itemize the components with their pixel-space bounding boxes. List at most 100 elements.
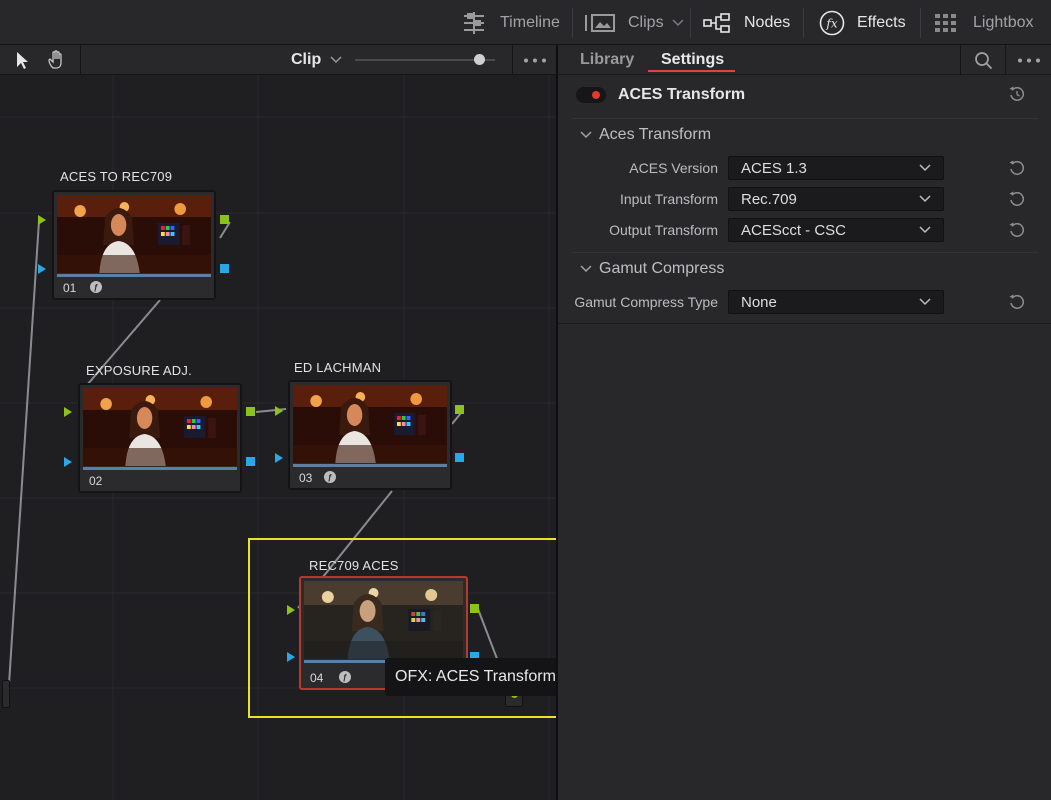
input-transform-dropdown[interactable]: Rec.709 (728, 187, 944, 211)
node-key-input-port[interactable] (275, 453, 283, 463)
effects-fx-icon: fx (819, 10, 845, 35)
node-rgb-output-port[interactable] (246, 407, 255, 416)
clips-label: Clips (628, 13, 664, 31)
input-transform-value: Rec.709 (741, 190, 797, 208)
section-aces-transform-header[interactable]: Aces Transform (580, 124, 711, 146)
effect-title: ACES Transform (618, 86, 746, 103)
reset-aces-version-icon[interactable] (1008, 159, 1026, 177)
tabs-divider (960, 45, 961, 75)
aces-version-value: ACES 1.3 (741, 159, 807, 177)
lightbox-button[interactable]: Lightbox (934, 0, 1034, 45)
tab-library[interactable]: Library (580, 45, 634, 75)
chevron-down-icon (919, 226, 931, 234)
node-rgb-input-port[interactable] (287, 605, 295, 615)
chevron-down-icon (580, 131, 592, 139)
node-number: 02 (89, 474, 103, 488)
reset-effect-icon[interactable] (1008, 85, 1026, 103)
node-progress-bar (57, 274, 211, 277)
ofx-badge-icon: ƒ (90, 281, 102, 293)
ofx-badge-icon: ƒ (339, 671, 351, 683)
effects-label: Effects (857, 13, 906, 31)
top-toolbar: Timeline Clips Nodes fx Effects Lightbox (0, 0, 1051, 45)
nodes-label: Nodes (744, 13, 791, 31)
effect-enable-toggle[interactable] (576, 87, 606, 103)
node-editor-header: Clip (0, 45, 556, 75)
ofx-badge-icon: ƒ (324, 471, 336, 483)
view-mode-label: Clip (291, 51, 322, 68)
node-rgb-output-port[interactable] (220, 215, 229, 224)
node-rgb-input-port[interactable] (38, 215, 46, 225)
node-number: 03 (299, 471, 313, 485)
nodes-icon (703, 12, 730, 33)
reset-output-transform-icon[interactable] (1008, 221, 1026, 239)
tabs-divider (1005, 45, 1006, 75)
node-rgb-output-port[interactable] (455, 405, 464, 414)
node-02[interactable]: 02 (78, 383, 242, 493)
pointer-tool-icon[interactable] (15, 51, 31, 70)
header-divider (80, 45, 81, 75)
reset-input-transform-icon[interactable] (1008, 190, 1026, 208)
toolbar-divider (690, 8, 691, 38)
more-options-icon[interactable] (523, 58, 547, 63)
effects-button[interactable]: fx Effects (819, 0, 906, 45)
search-icon[interactable] (974, 51, 993, 70)
section-title: Gamut Compress (599, 260, 725, 277)
zoom-slider[interactable] (355, 54, 495, 65)
node-rgb-output-port[interactable] (470, 604, 479, 613)
node-key-input-port[interactable] (287, 652, 295, 662)
input-transform-label: Input Transform (619, 191, 718, 207)
output-transform-label: Output Transform (609, 222, 718, 238)
node-thumbnail (304, 581, 463, 659)
source-input-terminal[interactable] (2, 680, 10, 708)
node-progress-bar (83, 467, 237, 470)
gamut-compress-type-dropdown[interactable]: None (728, 290, 944, 314)
zoom-slider-handle[interactable] (474, 54, 485, 65)
section-divider (572, 118, 1038, 119)
effect-header: ACES Transform (558, 75, 1051, 118)
gamut-compress-type-label: Gamut Compress Type (574, 294, 718, 310)
reset-gamut-compress-icon[interactable] (1008, 293, 1026, 311)
output-transform-dropdown[interactable]: ACEScct - CSC (728, 218, 944, 242)
node-number: 04 (310, 671, 324, 685)
view-mode-dropdown[interactable]: Clip (291, 45, 342, 75)
node-key-output-port[interactable] (455, 453, 464, 462)
aces-version-dropdown[interactable]: ACES 1.3 (728, 156, 944, 180)
timeline-button[interactable]: Timeline (461, 0, 560, 45)
clips-button[interactable]: Clips (584, 0, 684, 45)
chevron-down-icon (580, 265, 592, 273)
svg-text:fx: fx (825, 16, 837, 30)
node-thumbnail (293, 385, 447, 463)
node-03[interactable]: 03 ƒ (288, 380, 452, 490)
node-key-output-port[interactable] (220, 264, 229, 273)
output-transform-value: ACEScct - CSC (741, 221, 847, 239)
node-01[interactable]: 01 ƒ (52, 190, 216, 300)
section-gamut-compress-header[interactable]: Gamut Compress (580, 258, 724, 280)
timeline-icon (464, 11, 484, 34)
chevron-down-icon (330, 56, 342, 64)
node-progress-bar (293, 464, 447, 467)
toolbar-divider (803, 8, 804, 38)
gamut-compress-type-value: None (741, 293, 777, 311)
toolbar-divider (572, 8, 573, 38)
hand-tool-icon[interactable] (47, 50, 67, 70)
node-thumbnail (57, 195, 211, 273)
section-title: Aces Transform (599, 126, 712, 143)
node-rgb-input-port[interactable] (64, 407, 72, 417)
header-divider (512, 45, 513, 75)
node-key-input-port[interactable] (64, 457, 72, 467)
aces-version-label: ACES Version (629, 160, 718, 176)
node-key-output-port[interactable] (246, 457, 255, 466)
effects-settings-panel: Library Settings ACES Transform Aces Tra… (558, 45, 1051, 800)
node-label: REC709 ACES (309, 558, 399, 573)
panel-tabs: Library Settings (558, 45, 1051, 75)
node-label: ED LACHMAN (294, 360, 382, 375)
node-key-input-port[interactable] (38, 264, 46, 274)
lightbox-grid-icon (935, 13, 956, 32)
node-label: ACES TO REC709 (60, 169, 173, 184)
node-thumbnail (83, 388, 237, 466)
more-options-icon[interactable] (1017, 58, 1041, 63)
node-rgb-input-port[interactable] (275, 406, 283, 416)
active-tab-underline (648, 70, 735, 72)
section-divider (572, 252, 1038, 253)
nodes-button[interactable]: Nodes (703, 0, 790, 45)
